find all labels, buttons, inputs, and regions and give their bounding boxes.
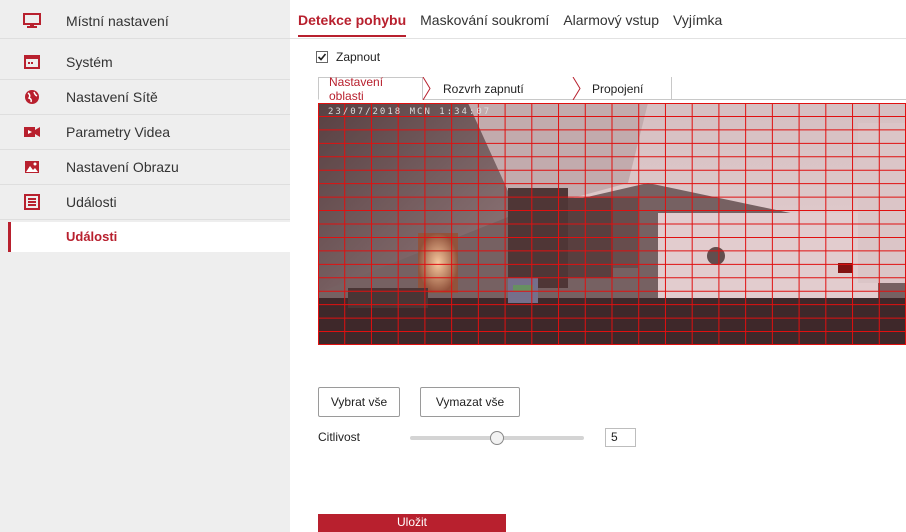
sidebar-item-video-parameters[interactable]: Parametry Videa: [0, 115, 290, 150]
tab-divider: [290, 38, 906, 39]
sidebar-item-label: Místní nastavení: [66, 13, 169, 29]
clear-all-button[interactable]: Vymazat vše: [420, 387, 520, 417]
step-linkage[interactable]: Propojení: [582, 77, 653, 100]
osd-timestamp: 23/07/2018 MCN 1:34:07: [328, 107, 492, 117]
tab-bar: Detekce pohybu Maskování soukromí Alarmo…: [298, 12, 736, 37]
sensitivity-slider[interactable]: [410, 431, 584, 445]
step-chevron-icon: [572, 77, 581, 100]
sidebar-item-events[interactable]: Události: [0, 185, 290, 220]
enable-row: Zapnout: [316, 50, 380, 64]
sensitivity-value-input[interactable]: 5: [605, 428, 636, 447]
step-tabs: Nastavení oblasti Rozvrh zapnutí Propoje…: [318, 74, 906, 103]
checkmark-icon: [317, 53, 327, 61]
sidebar-item-label: Události: [66, 194, 117, 210]
system-window-icon: [22, 52, 42, 72]
sidebar: Místní nastavení Systém Nastavení Sítě P…: [0, 0, 290, 532]
sensitivity-label: Citlivost: [318, 430, 361, 444]
enable-label: Zapnout: [336, 50, 381, 64]
globe-icon: [22, 87, 42, 107]
sidebar-item-label: Nastavení Obrazu: [66, 159, 179, 175]
sidebar-item-network[interactable]: Nastavení Sítě: [0, 80, 290, 115]
events-list-icon: [22, 192, 42, 212]
tab-privacy-masking[interactable]: Maskování soukromí: [420, 12, 549, 37]
step-area-settings[interactable]: Nastavení oblasti: [318, 74, 423, 103]
video-preview[interactable]: 23/07/2018 MCN 1:34:07: [318, 103, 906, 345]
step-label: Propojení: [592, 81, 644, 96]
sidebar-item-label: Systém: [66, 54, 113, 70]
image-icon: [22, 157, 42, 177]
sidebar-item-local-settings[interactable]: Místní nastavení: [0, 4, 290, 39]
sidebar-subitem-label: Události: [66, 229, 118, 244]
slider-thumb[interactable]: [490, 431, 504, 445]
step-label: Nastavení oblasti: [329, 74, 384, 103]
save-button[interactable]: Uložit: [318, 514, 506, 532]
sidebar-item-image-settings[interactable]: Nastavení Obrazu: [0, 150, 290, 185]
sidebar-item-label: Nastavení Sítě: [66, 89, 158, 105]
motion-detection-grid[interactable]: [318, 103, 906, 345]
select-all-button[interactable]: Vybrat vše: [318, 387, 400, 417]
tab-exception[interactable]: Vyjímka: [673, 12, 722, 37]
tab-alarm-input[interactable]: Alarmový vstup: [563, 12, 659, 37]
tab-motion-detection[interactable]: Detekce pohybu: [298, 12, 407, 37]
sidebar-item-label: Parametry Videa: [66, 124, 171, 140]
video-camera-icon: [22, 122, 42, 142]
step-chevron-icon: [422, 77, 431, 100]
monitor-icon: [22, 11, 42, 31]
step-divider: [671, 77, 672, 100]
enable-checkbox[interactable]: [316, 51, 328, 63]
step-label: Rozvrh zapnutí: [443, 81, 524, 96]
sidebar-item-system[interactable]: Systém: [0, 45, 290, 80]
step-schedule[interactable]: Rozvrh zapnutí: [433, 77, 534, 100]
sidebar-subitem-events[interactable]: Události: [8, 222, 290, 252]
